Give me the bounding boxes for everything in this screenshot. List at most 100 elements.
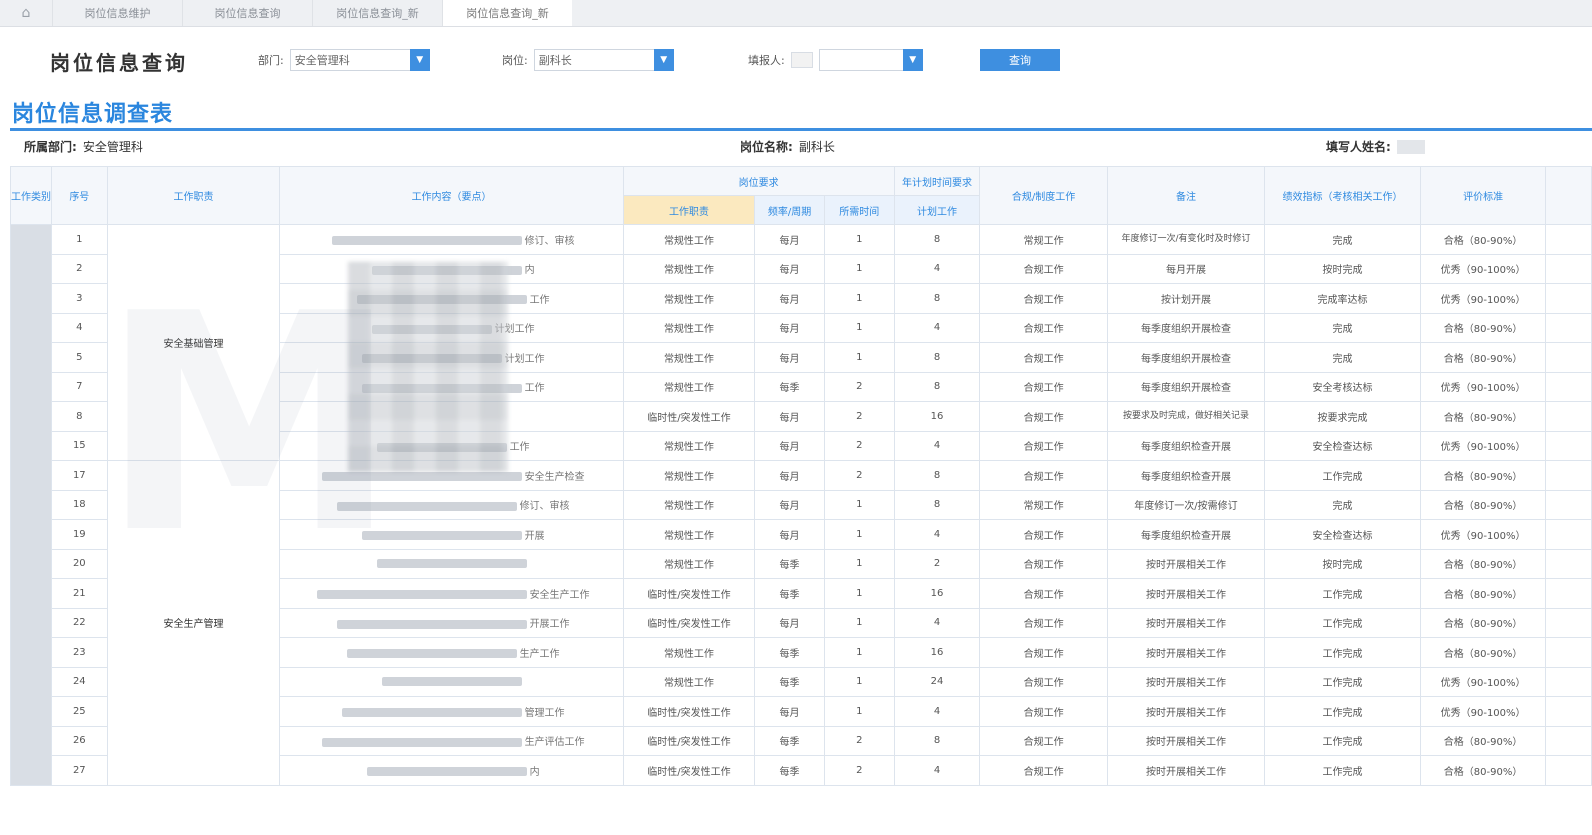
col-note-header: 备注 [1106,166,1266,225]
cell-type: 常规性工作 [622,666,756,697]
cell-extra [1545,696,1592,727]
cell-note: 按计划开展 [1106,283,1266,314]
cell-eval: 合格（80-90%） [1419,755,1547,786]
cell-kpi: 工作完成 [1264,637,1421,668]
cell-no: 15 [51,430,108,461]
cell-compliance: 常规工作 [979,224,1108,255]
table-row: 1 安全基础管理 修订、审核 常规性工作 每月 1 8 常规工作 年度修订一次/有变化时及时修订… [10,224,1592,786]
cell-kpi: 安全考核达标 [1264,371,1421,402]
cell-freq: 每季 [754,371,825,402]
cell-note: 年度修订一次/按需修订 [1106,489,1266,520]
cell-freq: 每月 [754,312,825,343]
cell-note: 每季度组织检查开展 [1106,460,1266,491]
position-label: 岗位: [502,54,528,67]
cell-count: 1 [823,253,895,284]
cell-content: 内 [279,253,624,284]
filler-name-redacted [1396,139,1425,154]
cell-content [279,401,624,432]
cell-hours: 8 [893,489,981,520]
cell-type: 常规性工作 [622,253,756,284]
redacted-text [321,472,522,482]
redacted-text [376,558,527,568]
cell-content: 工作 [279,371,624,402]
cell-kpi: 完成 [1264,489,1421,520]
cell-type: 临时性/突发性工作 [622,578,756,609]
cell-type: 常规性工作 [622,460,756,491]
cell-content-text: 安全生产工作 [529,589,590,601]
cell-kpi: 工作完成 [1264,696,1421,727]
cell-content: 修订、审核 [279,489,624,520]
cell-extra [1545,607,1592,638]
cell-hours: 16 [893,637,981,668]
dept-info: 所属部门: 安全管理科 [24,138,143,155]
cell-count: 1 [823,283,895,314]
cell-no: 7 [51,371,108,402]
cell-compliance: 合规工作 [979,666,1108,697]
chevron-down-icon[interactable]: ▼ [409,49,430,71]
cell-content: 工作 [279,430,624,461]
col-time-sub-header: 计划工作 [893,195,981,225]
cell-kpi: 工作完成 [1264,666,1421,697]
query-button[interactable]: 查询 [980,49,1060,71]
cell-no: 8 [51,401,108,432]
col-group-header: 岗位要求 [622,166,895,196]
cell-freq: 每季 [754,755,825,786]
tab-3[interactable]: 岗位信息查询_新 [442,0,572,26]
cell-compliance: 合规工作 [979,607,1108,638]
position-select[interactable]: 副科长 ▼ [533,49,674,71]
chevron-down-icon[interactable]: ▼ [902,49,923,71]
cell-type: 临时性/突发性工作 [622,755,756,786]
cell-content: 生产评估工作 [279,725,624,756]
cell-hours: 8 [893,371,981,402]
position-survey-table: 工作类别 序号 工作职责 工作内容（要点） 岗位要求 年计划时间要求 合规/制度… [10,166,1592,786]
cell-freq: 每季 [754,637,825,668]
position-info-label: 岗位名称: [740,140,793,154]
department-select[interactable]: 安全管理科 ▼ [289,49,430,71]
cell-content-text: 内 [529,766,540,778]
page-title: 岗位信息查询 [50,51,188,75]
query-toolbar: 岗位信息查询 部门: 安全管理科 ▼ 岗位: 副科长 ▼ 填报人: ▼ 查询 [0,27,1592,89]
cell-compliance: 合规工作 [979,342,1108,373]
cell-content-text: 生产评估工作 [524,737,585,749]
cell-eval: 合格（80-90%） [1419,725,1547,756]
tab-2[interactable]: 岗位信息查询_新 [312,0,442,26]
cell-compliance: 合规工作 [979,548,1108,579]
cell-note: 按时开展相关工作 [1106,725,1266,756]
tab-1[interactable]: 岗位信息查询 [182,0,312,26]
department-label: 部门: [258,54,284,67]
cell-category: 安全基础管理 [106,224,281,461]
cell-note: 年度修订一次/有变化时及时修订 [1106,224,1266,255]
cell-extra [1545,312,1592,343]
cell-eval: 合格（80-90%） [1419,312,1547,343]
cell-type: 常规性工作 [622,430,756,461]
cell-kpi: 完成 [1264,312,1421,343]
staff-select[interactable]: ▼ [818,49,923,71]
cell-freq: 每月 [754,342,825,373]
tab-0[interactable]: 岗位信息维护 [52,0,182,26]
cell-content [279,548,624,579]
chevron-down-icon[interactable]: ▼ [653,49,674,71]
cell-content: 内 [279,755,624,786]
cell-note: 每季度组织开展检查 [1106,371,1266,402]
cell-count: 1 [823,666,895,697]
cell-kpi: 工作完成 [1264,755,1421,786]
home-icon[interactable]: ⌂ [0,0,52,26]
cell-type: 常规性工作 [622,283,756,314]
cell-kpi: 按时完成 [1264,253,1421,284]
cell-freq: 每季 [754,578,825,609]
divider [10,128,1592,131]
cell-count: 1 [823,224,895,255]
cell-kpi: 按要求完成 [1264,401,1421,432]
dept-info-value: 安全管理科 [82,140,143,154]
redacted-text [321,737,522,747]
cell-no: 26 [51,725,108,756]
redacted-text [361,531,522,541]
cell-content-text: 工作 [524,383,545,395]
cell-extra [1545,401,1592,432]
cell-content-text: 工作 [509,442,530,454]
cell-compliance: 合规工作 [979,725,1108,756]
cell-no: 4 [51,312,108,343]
col-kpi-header: 绩效指标（考核相关工作） [1264,166,1421,225]
cell-note: 按时开展相关工作 [1106,578,1266,609]
cell-no: 3 [51,283,108,314]
